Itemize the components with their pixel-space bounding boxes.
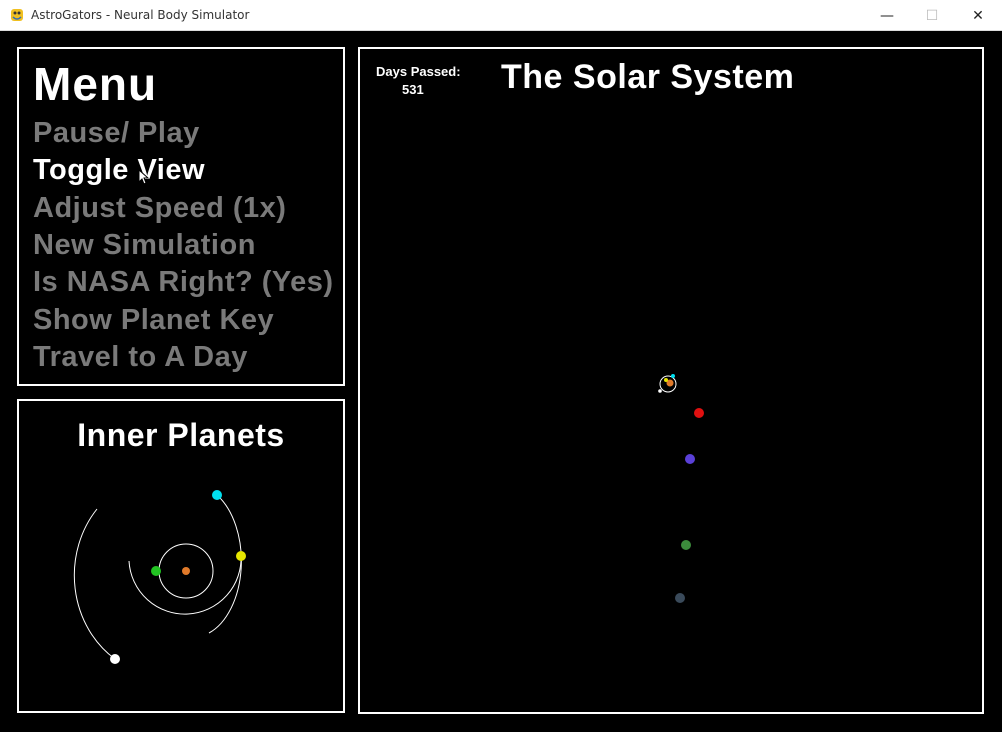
menu-item-travel-to-a-day[interactable]: Travel to A Day: [33, 341, 248, 374]
planet-marker-blue: [685, 454, 695, 464]
menu-item-pause-play[interactable]: Pause/ Play: [33, 117, 200, 150]
inner-planets-panel: Inner Planets: [17, 399, 345, 713]
inner-cluster: [658, 374, 677, 393]
orbit-trail-4: [73, 508, 116, 660]
planet-marker-cyan: [212, 490, 222, 500]
pygame-snake-icon: [11, 9, 23, 21]
window-titlebar[interactable]: AstroGators - Neural Body Simulator — ☐ …: [0, 0, 1002, 31]
sun-marker: [182, 567, 190, 575]
orbit-trail-2: [128, 554, 242, 615]
planet-marker-green: [681, 540, 691, 550]
menu-panel: Menu Pause/ Play Toggle View Adjust Spee…: [17, 47, 345, 386]
solar-system-view: [658, 374, 704, 603]
menu-item-toggle-view[interactable]: Toggle View: [33, 154, 205, 187]
solar-system-panel: Days Passed: 531 The Solar System: [358, 47, 984, 714]
orbit-trail-3: [208, 494, 242, 634]
menu-item-adjust-speed[interactable]: Adjust Speed (1x): [33, 192, 286, 225]
window-title: AstroGators - Neural Body Simulator: [31, 8, 250, 22]
planet-marker-dark: [675, 593, 685, 603]
mouse-cursor-icon: [138, 169, 150, 185]
inner-planets-view: [73, 490, 246, 664]
maximize-button[interactable]: ☐: [909, 0, 955, 31]
menu-item-show-planet-key[interactable]: Show Planet Key: [33, 304, 274, 337]
menu-item-is-nasa-right[interactable]: Is NASA Right? (Yes): [33, 266, 334, 299]
planet-marker-green: [151, 566, 161, 576]
minimize-button[interactable]: —: [864, 0, 910, 31]
planet-marker-white: [110, 654, 120, 664]
close-button[interactable]: ✕: [955, 0, 1001, 31]
planet-marker-yellow: [236, 551, 246, 561]
planet-marker-red: [694, 408, 704, 418]
menu-item-new-simulation[interactable]: New Simulation: [33, 229, 256, 262]
menu-title: Menu: [33, 58, 158, 110]
